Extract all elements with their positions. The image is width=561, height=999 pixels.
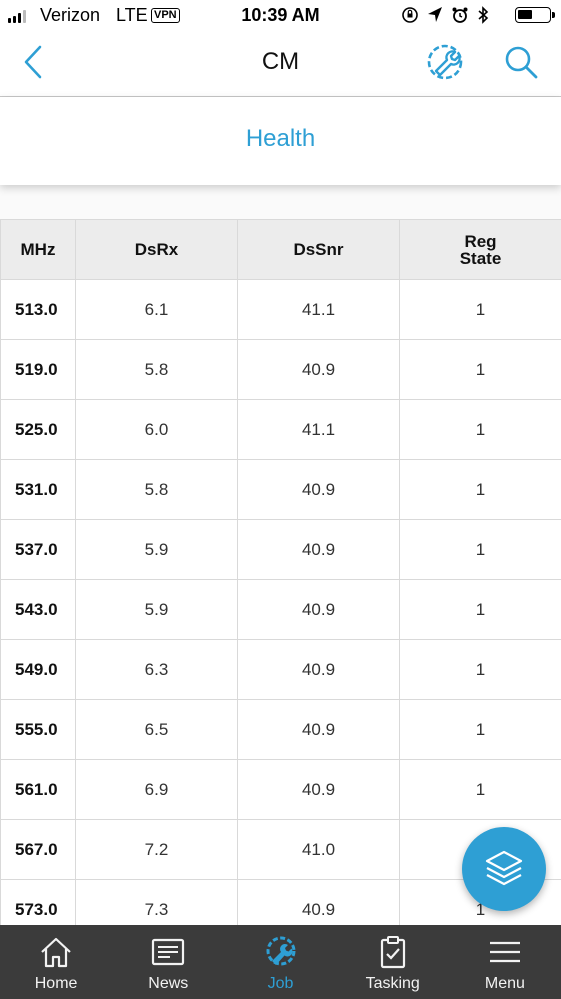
column-header-reg-state-line1: Reg (464, 231, 497, 251)
nav-bar: CM (0, 32, 561, 97)
search-button[interactable] (503, 44, 539, 80)
section-header: Health (0, 97, 561, 185)
column-header-dssnr[interactable]: DsSnr (237, 219, 400, 280)
section-spacer (0, 185, 561, 220)
cell-dssnr: 41.1 (237, 279, 400, 340)
cell-dssnr: 40.9 (237, 699, 400, 760)
cell-mhz: 555.0 (0, 699, 76, 760)
cell-dsrx: 6.1 (75, 279, 238, 340)
cell-dsrx: 7.3 (75, 879, 238, 925)
cell-reg-state: 1 (399, 399, 561, 460)
table-header-row: MHz DsRx DsSnr Reg State (0, 219, 561, 280)
tab-menu-label: Menu (484, 975, 525, 992)
cell-reg-state: 1 (399, 279, 561, 340)
column-header-reg-state[interactable]: Reg State (399, 219, 561, 280)
cell-dssnr: 40.9 (237, 339, 400, 400)
cell-reg-state: 1 (399, 519, 561, 580)
section-title: Health (245, 125, 316, 152)
health-table: MHz DsRx DsSnr Reg State 513.0 6.1 41.1 1 51… (0, 219, 561, 925)
tab-home[interactable]: Home (0, 925, 112, 999)
bluetooth-icon (478, 6, 489, 24)
cell-dssnr: 40.9 (237, 639, 400, 700)
cell-dssnr: 41.1 (237, 399, 400, 460)
table-row[interactable]: 561.0 6.9 40.9 1 (0, 759, 561, 820)
cell-dsrx: 5.9 (75, 519, 238, 580)
page-title: CM (261, 48, 300, 75)
hamburger-menu-icon (489, 941, 520, 963)
table-row[interactable]: 513.0 6.1 41.1 1 (0, 279, 561, 340)
clipboard-check-icon (380, 936, 405, 969)
cell-dssnr: 40.9 (237, 879, 400, 925)
cell-dssnr: 40.9 (237, 759, 400, 820)
status-icons (401, 6, 489, 24)
cell-mhz: 531.0 (0, 459, 76, 520)
cell-mhz: 519.0 (0, 339, 76, 400)
table-row[interactable]: 549.0 6.3 40.9 1 (0, 639, 561, 700)
cell-mhz: 567.0 (0, 819, 76, 880)
cell-dsrx: 6.0 (75, 399, 238, 460)
cell-dsrx: 6.9 (75, 759, 238, 820)
orientation-lock-icon (402, 7, 418, 23)
cell-dssnr: 40.9 (237, 519, 400, 580)
cell-mhz: 513.0 (0, 279, 76, 340)
cell-mhz: 549.0 (0, 639, 76, 700)
cell-mhz: 543.0 (0, 579, 76, 640)
cell-reg-state: 1 (399, 579, 561, 640)
cell-reg-state: 1 (399, 459, 561, 520)
cell-reg-state: 1 (399, 699, 561, 760)
cell-reg-state: 1 (399, 759, 561, 820)
table-row[interactable]: 537.0 5.9 40.9 1 (0, 519, 561, 580)
tab-news[interactable]: News (112, 925, 224, 999)
cell-reg-state: 1 (399, 339, 561, 400)
cell-reg-state: 1 (399, 639, 561, 700)
column-header-dsrx[interactable]: DsRx (75, 219, 238, 280)
battery-icon (515, 7, 555, 23)
tools-button[interactable] (425, 42, 465, 82)
location-arrow-icon (428, 7, 442, 22)
cell-dsrx: 5.8 (75, 459, 238, 520)
home-icon (41, 937, 71, 968)
cell-dssnr: 40.9 (237, 459, 400, 520)
tab-job-label: Job (267, 975, 294, 992)
cell-dssnr: 40.9 (237, 579, 400, 640)
tab-tasking-label: Tasking (365, 975, 420, 992)
cell-dsrx: 6.5 (75, 699, 238, 760)
cell-dsrx: 6.3 (75, 639, 238, 700)
tab-news-label: News (148, 975, 189, 992)
search-icon (505, 46, 538, 79)
wrench-gear-icon (427, 44, 463, 80)
health-table-container[interactable]: MHz DsRx DsSnr Reg State 513.0 6.1 41.1 1 51… (0, 219, 561, 925)
tab-tasking[interactable]: Tasking (337, 925, 449, 999)
table-row[interactable]: 543.0 5.9 40.9 1 (0, 579, 561, 640)
tab-bar: Home News Job Tasking Menu (0, 925, 561, 999)
cell-mhz: 573.0 (0, 879, 76, 925)
cell-mhz: 537.0 (0, 519, 76, 580)
cell-mhz: 525.0 (0, 399, 76, 460)
cell-dssnr: 41.0 (237, 819, 400, 880)
tab-home-label: Home (34, 975, 78, 992)
news-icon (152, 938, 185, 966)
table-row[interactable]: 555.0 6.5 40.9 1 (0, 699, 561, 760)
cell-dsrx: 5.9 (75, 579, 238, 640)
layers-icon (485, 850, 523, 886)
status-bar: Verizon LTE VPN 10:39 AM (0, 0, 561, 32)
column-header-reg-state-line2: State (459, 248, 502, 268)
alarm-icon (452, 7, 468, 23)
table-row[interactable]: 525.0 6.0 41.1 1 (0, 399, 561, 460)
job-wrench-icon (266, 936, 295, 966)
table-body: 513.0 6.1 41.1 1 519.0 5.8 40.9 1 525.0 6.0 41.1 1 5… (0, 279, 561, 925)
tab-job[interactable]: Job (224, 925, 336, 999)
cell-mhz: 561.0 (0, 759, 76, 820)
cell-dsrx: 5.8 (75, 339, 238, 400)
table-row[interactable]: 519.0 5.8 40.9 1 (0, 339, 561, 400)
layers-button[interactable] (462, 827, 546, 911)
column-header-mhz[interactable]: MHz (0, 219, 76, 280)
cell-dsrx: 7.2 (75, 819, 238, 880)
tab-menu[interactable]: Menu (449, 925, 561, 999)
table-row[interactable]: 531.0 5.8 40.9 1 (0, 459, 561, 520)
